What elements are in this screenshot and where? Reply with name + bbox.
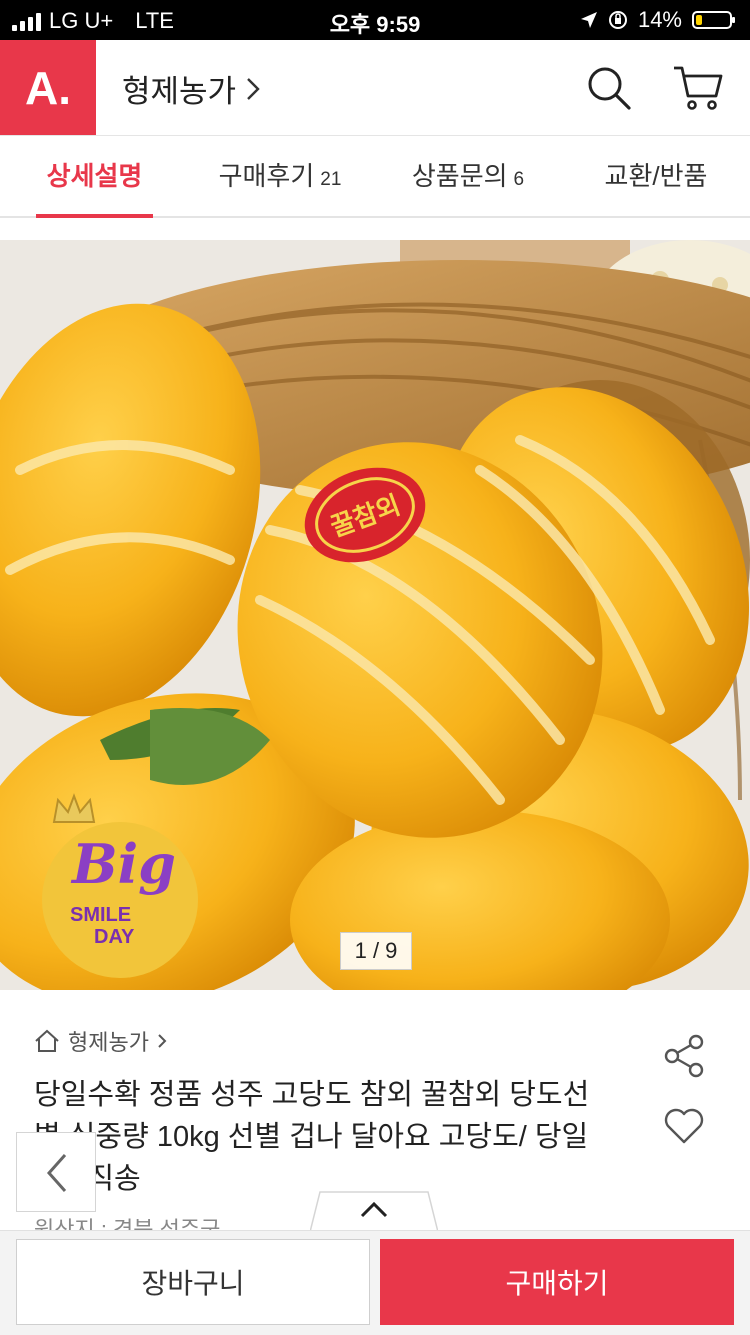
chevron-right-icon [247,77,260,100]
tab-label: 상품문의 [411,161,508,191]
buy-now-button[interactable]: 구매하기 [380,1239,734,1325]
product-image-carousel[interactable]: 꿀참외 Big SMILE DAY [0,240,750,990]
badge-smile: SMILE [70,904,132,926]
badge-day: DAY [94,926,135,948]
chevron-left-icon [46,1154,67,1192]
bottom-action-bar: 장바구니 구매하기 [0,1230,750,1335]
battery-icon [692,11,735,29]
image-pager: 1 / 9 [340,932,412,970]
shop-name: 형제농가 [122,74,237,109]
tab-label: 교환/반품 [604,161,708,191]
product-origin: 원산지 : 경북 성주군 [34,1217,221,1230]
battery-percent: 14% [637,7,682,32]
cart-icon[interactable] [672,64,724,112]
tab-count: 21 [320,169,342,190]
location-arrow-icon [580,12,597,28]
crown-icon [52,793,96,823]
app-header: A. 형제농가 [0,40,750,136]
chevron-right-icon [158,1034,167,1048]
search-icon[interactable] [586,65,632,111]
status-bar: LG U+ LTE 오후 9:59 14% [0,0,750,40]
heart-icon[interactable] [662,1104,706,1148]
back-button[interactable] [16,1132,96,1212]
tab-details[interactable]: 상세설명 [36,136,153,218]
shop-breadcrumb[interactable]: 형제농가 [34,1025,167,1057]
tab-reviews[interactable]: 구매후기 21 [210,136,350,216]
breadcrumb-shop: 형제농가 [68,1030,149,1055]
tab-label: 상세설명 [46,161,143,191]
tab-inquiries[interactable]: 상품문의 6 [402,136,534,216]
tab-exchange-return[interactable]: 교환/반품 [598,136,714,216]
event-badge: Big SMILE DAY [42,793,198,978]
detail-tabs: 상세설명 구매후기 21 상품문의 6 교환/반품 [0,136,750,218]
tab-count: 6 [513,169,525,190]
badge-big: Big [72,832,176,896]
tab-label: 구매후기 [218,161,315,191]
home-icon [35,1029,59,1052]
product-title: 당일수확 정품 성주 고당도 참외 꿀참외 당도선별 실중량 10kg 선별 겁… [34,1079,590,1195]
shop-name-link[interactable]: 형제농가 [122,66,260,111]
add-to-cart-button[interactable]: 장바구니 [16,1239,370,1325]
share-icon[interactable] [662,1034,706,1078]
app-logo[interactable]: A. [0,40,96,135]
collapse-handle[interactable] [310,1190,438,1232]
orientation-lock-icon [608,11,627,29]
status-right: 14% [580,7,735,33]
